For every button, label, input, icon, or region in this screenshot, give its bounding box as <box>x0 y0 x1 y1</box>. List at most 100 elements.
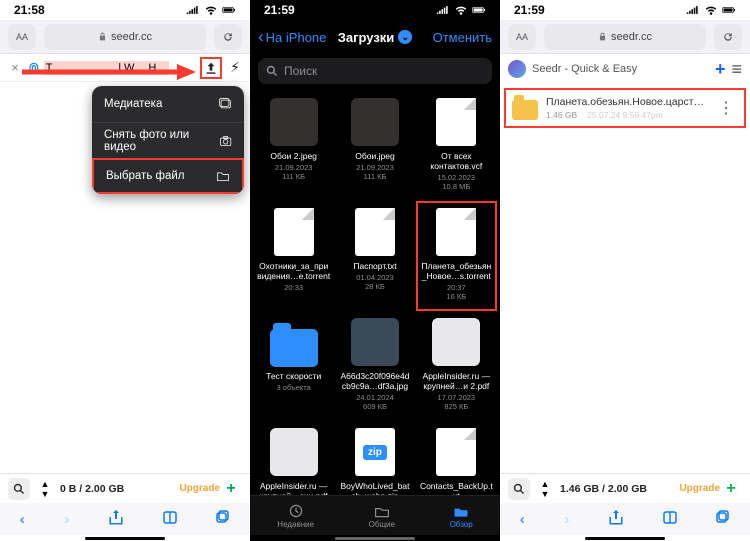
upload-button[interactable] <box>200 57 222 79</box>
camera-icon <box>219 134 232 148</box>
menu-take-photo[interactable]: Снять фото или видео <box>92 122 244 158</box>
sort-button[interactable]: ▲▼ <box>536 478 554 500</box>
refresh-button[interactable] <box>714 24 742 50</box>
search-icon <box>266 65 278 77</box>
file-grid: Обои 2.jpeg21.09.2023111 КБОбои.jpeg21.0… <box>250 92 500 495</box>
file-name: Паспорт.txt <box>353 262 396 272</box>
file-thumb <box>268 96 320 148</box>
file-meta: 17.07.2023825 КБ <box>438 393 476 411</box>
screenshot-middle: 21:59 ‹На iPhone Загрузки⌄ Отменить Поис… <box>250 0 500 541</box>
tab-shared[interactable]: Общие <box>369 503 395 529</box>
photo-stack-icon <box>218 97 232 111</box>
url-host: seedr.cc <box>611 31 652 43</box>
file-item[interactable]: zipBoyWhoLived_bat ch_webp.zip2.09.2023 <box>335 422 414 495</box>
search-placeholder: Поиск <box>284 64 317 78</box>
text-size-button[interactable]: AA <box>508 24 536 50</box>
address-bar[interactable]: seedr.cc <box>44 24 206 50</box>
search-button[interactable] <box>508 478 530 500</box>
file-item[interactable]: Contacts_BackUp.t xt30.05.2023 <box>417 422 496 495</box>
forward-button[interactable]: › <box>564 511 569 528</box>
address-bar[interactable]: seedr.cc <box>544 24 706 50</box>
file-item[interactable]: A66d3c20f096e4d cb9c9a…df3a.jpg24.01.202… <box>335 312 414 420</box>
file-meta: 3 объекта <box>277 383 311 392</box>
file-item[interactable]: Обои 2.jpeg21.09.2023111 КБ <box>254 92 333 200</box>
search-button[interactable] <box>8 478 30 500</box>
file-item[interactable]: Охотники_за_при видения…e.torrent20:33 <box>254 202 333 310</box>
tab-recent[interactable]: Недавние <box>277 503 314 529</box>
menu-button[interactable]: ≡ <box>731 60 742 78</box>
file-name: BoyWhoLived_bat ch_webp.zip <box>338 482 412 495</box>
status-icons <box>686 5 736 15</box>
tabs-button[interactable] <box>716 510 730 528</box>
file-thumb <box>430 96 482 148</box>
add-button[interactable]: + <box>220 480 242 498</box>
folder-title[interactable]: Загрузки⌄ <box>338 30 413 45</box>
upgrade-link[interactable]: Upgrade <box>179 483 220 494</box>
cancel-button[interactable]: Отменить <box>412 30 492 45</box>
safari-nav: ‹ › <box>500 503 750 535</box>
search-field[interactable]: Поиск <box>258 58 492 84</box>
status-icons <box>436 5 486 15</box>
sort-button[interactable]: ▲▼ <box>36 478 54 500</box>
file-item[interactable]: Тест скорости3 объекта <box>254 312 333 420</box>
file-name: Планета_обезьян _Новое…s.torrent <box>419 262 493 282</box>
safari-nav: ‹ › <box>0 503 250 535</box>
file-name: Обои 2.jpeg <box>270 152 316 162</box>
tab-browse[interactable]: Обзор <box>450 503 473 529</box>
file-meta: 15.02.202310,8 МБ <box>438 173 476 191</box>
file-meta: 20:3716 КБ <box>446 283 466 301</box>
file-item[interactable]: От всех контактов.vcf15.02.202310,8 МБ <box>417 92 496 200</box>
storage-usage: 1.46 GB / 2.00 GB <box>560 483 679 495</box>
file-name: Планета.обезьян.Новое.царствоWE… <box>546 96 706 108</box>
app-header: Seedr - Quick & Easy + ≡ <box>500 54 750 84</box>
file-item[interactable]: Планета_обезьян _Новое…s.torrent20:3716 … <box>417 202 496 310</box>
bookmarks-button[interactable] <box>163 510 177 528</box>
flash-icon[interactable]: ⚡︎ <box>226 59 244 76</box>
bookmarks-button[interactable] <box>663 510 677 528</box>
seedr-logo <box>508 60 526 78</box>
menu-media-library[interactable]: Медиатека <box>92 86 244 122</box>
file-picker-header: ‹На iPhone Загрузки⌄ Отменить <box>250 20 500 54</box>
back-button[interactable]: ‹На iPhone <box>258 27 338 47</box>
file-thumb <box>349 96 401 148</box>
url-host: seedr.cc <box>111 31 152 43</box>
file-thumb <box>268 316 320 368</box>
forward-button[interactable]: › <box>64 511 69 528</box>
file-item[interactable]: Обои.jpeg21.09.2023111 КБ <box>335 92 414 200</box>
file-thumb <box>268 426 320 478</box>
back-button[interactable]: ‹ <box>520 511 525 528</box>
back-button[interactable]: ‹ <box>20 511 25 528</box>
share-button[interactable] <box>109 509 123 529</box>
text-size-button[interactable]: AA <box>8 24 36 50</box>
file-name: Охотники_за_при видения…e.torrent <box>257 262 331 282</box>
file-more-button[interactable]: ⋮ <box>714 98 738 118</box>
refresh-button[interactable] <box>214 24 242 50</box>
file-thumb <box>268 206 320 258</box>
safari-toolbar: AA seedr.cc <box>500 20 750 54</box>
share-button[interactable] <box>609 509 623 529</box>
file-meta: 01.04.202328 КБ <box>356 273 394 291</box>
tabs-button[interactable] <box>216 510 230 528</box>
file-meta: 24.01.2024609 КБ <box>356 393 394 411</box>
upgrade-link[interactable]: Upgrade <box>679 483 720 494</box>
folder-icon <box>512 100 538 120</box>
file-item[interactable]: AppleInsider.ru — крупней…и 2.pdf17.07.2… <box>417 312 496 420</box>
screenshot-left: 21:58 AA seedr.cc × ⋒ T………………l W… H… ⚡︎ … <box>0 0 250 541</box>
annotation-arrow <box>22 63 197 81</box>
add-button[interactable]: + <box>715 59 726 80</box>
home-indicator <box>0 535 250 541</box>
add-button[interactable]: + <box>720 480 742 498</box>
status-time: 21:59 <box>514 3 545 17</box>
status-icons <box>186 5 236 15</box>
file-name: Contacts_BackUp.t xt <box>419 482 493 495</box>
file-meta: 1.46 GB25.07.24 9:59:47pm <box>546 110 706 120</box>
file-name: Обои.jpeg <box>355 152 394 162</box>
storage-bar: ▲▼ 0 B / 2.00 GB Upgrade + <box>0 473 250 503</box>
file-row[interactable]: Планета.обезьян.Новое.царствоWE… 1.46 GB… <box>504 88 746 128</box>
file-thumb <box>430 206 482 258</box>
home-indicator <box>500 535 750 541</box>
file-item[interactable]: AppleInsider.ru — крупней…сии.pdf23.08.2… <box>254 422 333 495</box>
lock-icon <box>598 32 607 41</box>
menu-choose-file[interactable]: Выбрать файл <box>92 158 244 194</box>
file-item[interactable]: Паспорт.txt01.04.202328 КБ <box>335 202 414 310</box>
